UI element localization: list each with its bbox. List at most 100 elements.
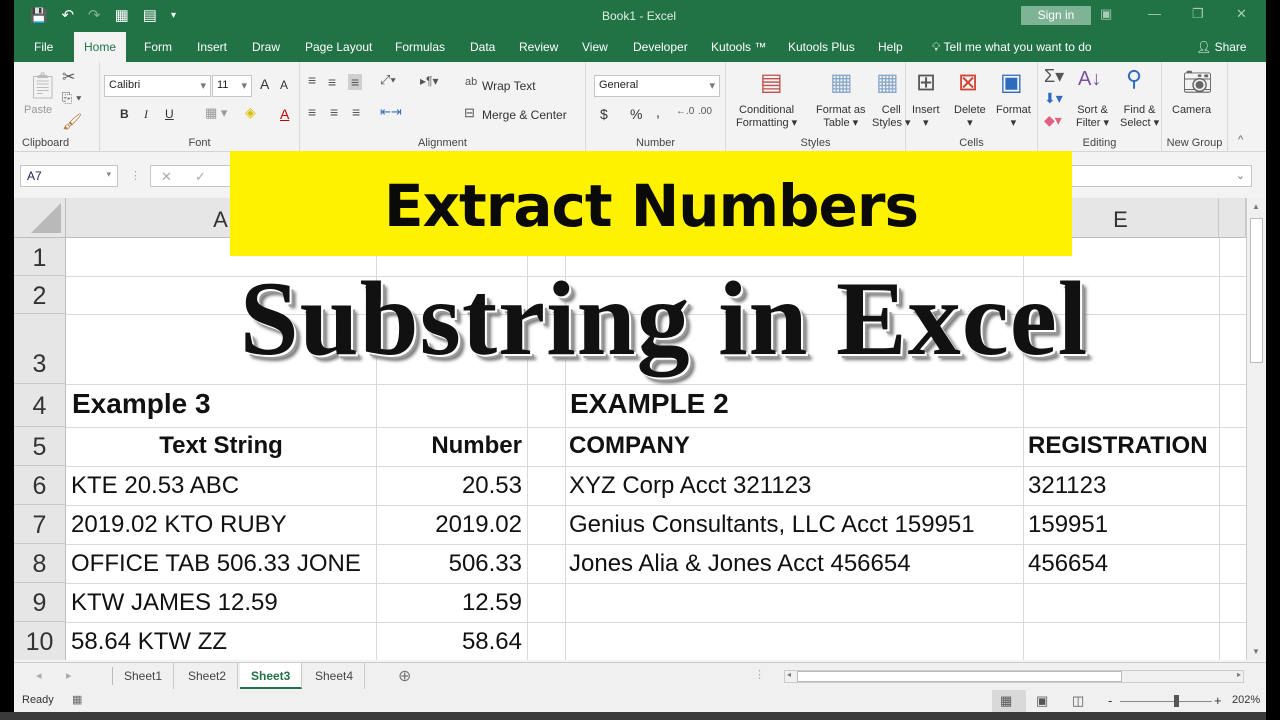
sign-in-button[interactable]: Sign in — [1021, 6, 1091, 25]
row-header-6[interactable]: 6 — [14, 466, 66, 505]
example3-text-cell[interactable]: OFFICE TAB 506.33 JONE — [71, 550, 361, 578]
zoom-out-button[interactable]: - — [1108, 693, 1112, 708]
align-left-icon[interactable]: ≡ — [308, 104, 316, 120]
add-sheet-icon[interactable]: ⊕ — [398, 666, 411, 686]
text-direction-icon[interactable]: ▸¶▾ — [420, 74, 439, 88]
row-header-10[interactable]: 10 — [14, 622, 66, 660]
insert-cells-icon[interactable]: ⊞ — [916, 68, 936, 97]
find-select-button[interactable]: Find & Select ▾ — [1120, 104, 1159, 129]
macro-record-icon[interactable]: ▦ — [72, 693, 82, 706]
example2-header-company[interactable]: COMPANY — [569, 432, 690, 460]
tab-file[interactable]: File — [34, 40, 53, 54]
comma-button[interactable]: , — [656, 104, 660, 120]
font-color-icon[interactable]: A — [280, 106, 289, 122]
page-break-view-icon[interactable]: ◫ — [1072, 693, 1084, 709]
format-as-table-icon[interactable]: ▦ — [830, 68, 853, 97]
enter-icon[interactable]: ✓ — [195, 169, 206, 185]
restore-icon[interactable]: ❐ — [1192, 6, 1204, 22]
row-header-3[interactable]: 3 — [14, 314, 66, 384]
format-cells-icon[interactable]: ▣ — [1000, 68, 1023, 97]
name-box[interactable]: A7 ▾ — [20, 165, 118, 187]
page-layout-view-icon[interactable]: ▣ — [1036, 693, 1048, 709]
customize-qat-icon[interactable]: ▾ — [171, 10, 176, 21]
cell-styles-button[interactable]: Cell Styles ▾ — [872, 104, 911, 129]
example3-title[interactable]: Example 3 — [72, 388, 211, 420]
conditional-formatting-button[interactable]: Conditional Formatting ▾ — [736, 104, 797, 129]
currency-button[interactable]: $ — [600, 106, 608, 122]
align-right-icon[interactable]: ≡ — [352, 104, 360, 120]
italic-button[interactable]: I — [144, 107, 148, 122]
number-format-select[interactable]: General ▾ — [594, 75, 720, 97]
top-align-icon[interactable]: ≡ — [308, 72, 316, 88]
tab-form[interactable]: Form — [144, 40, 172, 54]
cell-styles-icon[interactable]: ▦ — [876, 68, 899, 97]
collapse-ribbon-icon[interactable]: ^ — [1238, 134, 1243, 146]
tab-page-layout[interactable]: Page Layout — [305, 40, 372, 54]
vertical-scroll-thumb[interactable] — [1250, 218, 1263, 363]
align-center-icon[interactable]: ≡ — [330, 104, 338, 120]
minimize-icon[interactable]: — — [1148, 6, 1161, 21]
undo-icon[interactable]: ↶ — [61, 6, 74, 24]
tell-me-search[interactable]: 💡︎ Tell me what you want to do — [932, 40, 1092, 55]
prev-sheet-icon[interactable]: ◂ — [36, 669, 42, 682]
font-size-select[interactable]: 11 ▾ — [212, 75, 252, 97]
camera-icon[interactable]: 📷︎ — [1182, 68, 1212, 97]
tab-view[interactable]: View — [582, 40, 608, 54]
sheet-tab-sheet3[interactable]: Sheet3 — [240, 663, 303, 689]
example2-company-cell[interactable]: Genius Consultants, LLC Acct 159951 — [569, 511, 975, 539]
custom-icon[interactable]: ▤ — [143, 6, 157, 24]
scroll-down-icon[interactable]: ▼ — [1252, 647, 1260, 656]
increase-decimal-icon[interactable]: ←.0 — [676, 106, 694, 117]
select-all-corner[interactable] — [14, 198, 66, 238]
percent-button[interactable]: % — [630, 106, 642, 122]
paste-icon[interactable]: 📋︎ — [26, 70, 59, 101]
zoom-in-button[interactable]: + — [1214, 693, 1222, 708]
example3-text-cell[interactable]: KTW JAMES 12.59 — [71, 589, 278, 617]
redo-icon[interactable]: ↷ — [88, 6, 101, 24]
format-painter-icon[interactable]: 🖌︎ — [62, 112, 82, 132]
share-button[interactable]: 👤︎ Share — [1196, 40, 1247, 54]
autosum-icon[interactable]: Σ▾ — [1044, 66, 1064, 87]
delete-cells-button[interactable]: Delete ▾ — [954, 104, 986, 129]
example2-company-cell[interactable]: XYZ Corp Acct 321123 — [569, 472, 811, 500]
form-icon[interactable]: ▦ — [115, 6, 129, 24]
row-header-2[interactable]: 2 — [14, 276, 66, 314]
bold-button[interactable]: B — [120, 107, 129, 121]
horizontal-scrollbar[interactable]: ◂ ▸ — [784, 670, 1244, 683]
row-header-4[interactable]: 4 — [14, 384, 66, 427]
scroll-up-icon[interactable]: ▲ — [1252, 202, 1260, 211]
tab-data[interactable]: Data — [470, 40, 495, 54]
indent-icon[interactable]: ⇤⇥ — [380, 104, 402, 120]
tab-home[interactable]: Home — [74, 32, 127, 62]
split-handle[interactable]: ⋮ — [754, 668, 765, 681]
example2-company-cell[interactable]: Jones Alia & Jones Acct 456654 — [569, 550, 911, 578]
example2-title[interactable]: EXAMPLE 2 — [570, 388, 729, 420]
example3-number-cell[interactable]: 58.64 — [376, 628, 522, 656]
insert-cells-button[interactable]: Insert ▾ — [912, 104, 940, 129]
example3-header-number[interactable]: Number — [376, 432, 522, 460]
bottom-align-icon[interactable]: ≡ — [348, 74, 363, 90]
example3-number-cell[interactable]: 506.33 — [376, 550, 522, 578]
copy-icon[interactable]: ⎘ ▾ — [62, 90, 81, 106]
scroll-left-icon[interactable]: ◂ — [787, 670, 791, 679]
decrease-decimal-icon[interactable]: .00 — [698, 106, 712, 117]
wrap-text-button[interactable]: Wrap Text — [482, 79, 536, 93]
next-sheet-icon[interactable]: ▸ — [66, 669, 72, 682]
decrease-font-button[interactable]: A — [280, 78, 288, 92]
camera-button[interactable]: Camera — [1172, 104, 1211, 116]
ribbon-display-icon[interactable]: ▣ — [1100, 6, 1112, 22]
orientation-icon[interactable]: ⤢▾ — [380, 72, 396, 88]
vertical-scrollbar[interactable]: ▲ ▼ — [1246, 198, 1266, 660]
example2-registration-cell[interactable]: 456654 — [1028, 550, 1108, 578]
row-header-5[interactable]: 5 — [14, 427, 66, 466]
example2-header-registration[interactable]: REGISTRATION — [1028, 432, 1208, 460]
row-header-9[interactable]: 9 — [14, 583, 66, 622]
tab-formulas[interactable]: Formulas — [395, 40, 445, 54]
expand-formula-icon[interactable]: ⌄ — [1236, 169, 1245, 182]
fill-icon[interactable]: ⬇▾ — [1044, 90, 1063, 107]
fill-color-icon[interactable]: ◈ — [245, 104, 256, 121]
normal-view-icon[interactable]: ▦ — [1000, 693, 1012, 709]
row-header-7[interactable]: 7 — [14, 505, 66, 544]
format-as-table-button[interactable]: Format as Table ▾ — [816, 104, 866, 129]
close-icon[interactable]: ✕ — [1236, 6, 1247, 22]
